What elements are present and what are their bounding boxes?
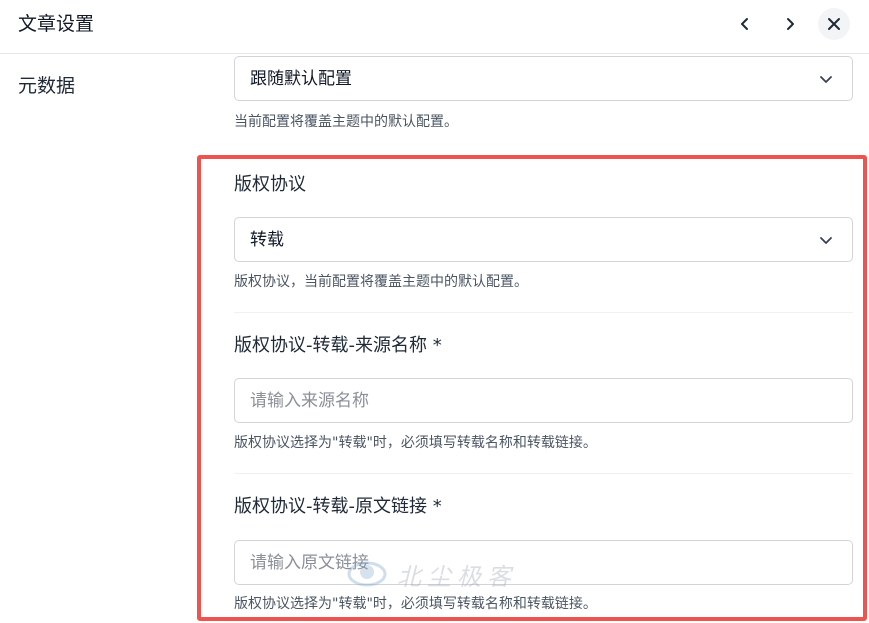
panel-header: 文章设置 bbox=[0, 0, 869, 54]
metadata-help-text: 当前配置将覆盖主题中的默认配置。 bbox=[234, 114, 458, 130]
source-name-help-text: 版权协议选择为"转载"时，必须填写转载名称和转载链接。 bbox=[234, 435, 597, 451]
previous-button[interactable] bbox=[729, 8, 761, 40]
metadata-section-label: 元数据 bbox=[18, 75, 76, 97]
source-name-input[interactable] bbox=[234, 378, 853, 423]
source-link-label: 版权协议-转载-原文链接 * bbox=[234, 496, 442, 517]
source-name-label: 版权协议-转载-来源名称 * bbox=[234, 335, 442, 356]
chevron-left-icon bbox=[741, 18, 748, 30]
close-button[interactable] bbox=[818, 8, 850, 40]
chevron-down-icon bbox=[820, 237, 832, 244]
source-link-input[interactable] bbox=[234, 540, 853, 585]
next-button[interactable] bbox=[774, 8, 806, 40]
copyright-select-value: 转载 bbox=[250, 230, 284, 250]
chevron-right-icon bbox=[787, 18, 794, 30]
divider bbox=[234, 473, 853, 474]
copyright-help-text: 版权协议，当前配置将覆盖主题中的默认配置。 bbox=[234, 274, 528, 290]
metadata-select-value: 跟随默认配置 bbox=[250, 69, 352, 89]
article-settings-panel: 文章设置 元数据 跟随默认配置 当前配置将覆盖主题中的默认配置。 版权协议 转载 bbox=[0, 0, 869, 623]
page-title: 文章设置 bbox=[18, 13, 95, 35]
copyright-select[interactable]: 转载 bbox=[234, 217, 853, 262]
close-icon bbox=[828, 18, 840, 30]
divider bbox=[234, 312, 853, 313]
metadata-select[interactable]: 跟随默认配置 bbox=[234, 56, 853, 101]
chevron-down-icon bbox=[820, 76, 832, 83]
copyright-label: 版权协议 bbox=[234, 174, 306, 195]
source-link-help-text: 版权协议选择为"转载"时，必须填写转载名称和转载链接。 bbox=[234, 596, 597, 612]
